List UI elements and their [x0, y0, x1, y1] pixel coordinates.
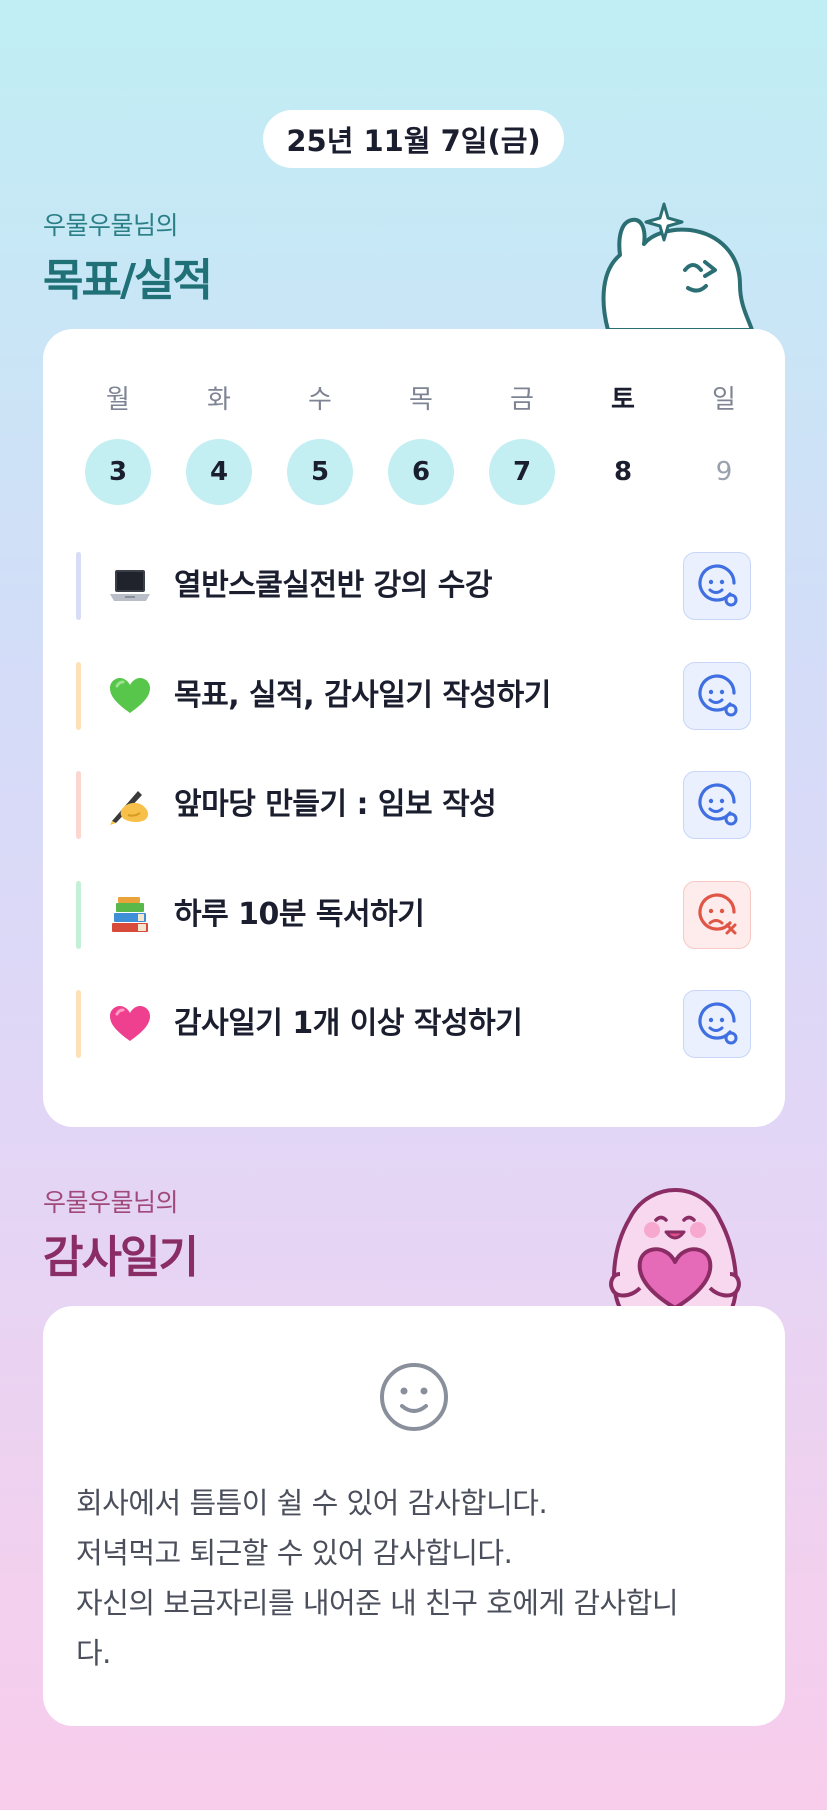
goal-status-done-button[interactable] — [683, 990, 751, 1058]
goals-title: 목표/실적 — [43, 255, 213, 306]
goal-color-bar — [76, 771, 81, 839]
diary-line: 저녁먹고 퇴근할 수 있어 감사합니다. — [76, 1536, 513, 1570]
weekday-sat: 토 — [611, 385, 635, 415]
goal-color-bar — [76, 552, 81, 620]
goal-text: 하루 10분 독서하기 — [174, 897, 425, 932]
diary-text: 회사에서 틈틈이 쉴 수 있어 감사합니다. 저녁먹고 퇴근할 수 있어 감사합… — [76, 1478, 756, 1678]
goals-owner-label: 우물우물님의 — [43, 211, 179, 240]
date-5-circle: 5 — [287, 439, 353, 505]
goal-color-bar — [76, 881, 81, 949]
ghost-mascot-icon — [601, 202, 754, 330]
date-4[interactable]: 4 — [184, 439, 254, 505]
goal-item: 앞마당 만들기 : 임보 작성 — [76, 771, 751, 839]
weekday-sun: 일 — [712, 385, 736, 415]
date-7-circle: 7 — [489, 439, 555, 505]
weekday-thu: 목 — [409, 385, 433, 415]
smile-done-icon — [698, 674, 738, 717]
goal-text: 앞마당 만들기 : 임보 작성 — [174, 787, 497, 822]
goal-text: 열반스쿨실전반 강의 수강 — [174, 568, 493, 603]
weekday-wed: 수 — [308, 385, 332, 415]
date-3-circle: 3 — [85, 439, 151, 505]
goal-item: 감사일기 1개 이상 작성하기 — [76, 990, 751, 1058]
date-6[interactable]: 6 — [386, 439, 456, 505]
smile-done-icon — [698, 783, 738, 826]
weekday-tue: 화 — [207, 385, 231, 415]
goals-card: 월 화 수 목 금 토 일 3 4 5 6 7 8 9 열반스쿨실전반 강의 수… — [43, 329, 785, 1127]
date-4-circle: 4 — [186, 439, 252, 505]
sad-fail-icon — [698, 893, 737, 935]
goal-item: 하루 10분 독서하기 — [76, 881, 751, 949]
pink-heart-icon — [110, 1006, 150, 1041]
date-6-circle: 6 — [388, 439, 454, 505]
goal-status-done-button[interactable] — [683, 771, 751, 839]
diary-owner-label: 우물우물님의 — [43, 1188, 179, 1217]
current-date: 25년 11월 7일(금) — [286, 124, 541, 158]
goal-item: 목표, 실적, 감사일기 작성하기 — [76, 662, 751, 730]
goals-section-header: 우물우물님의 목표/실적 — [43, 206, 213, 308]
date-3[interactable]: 3 — [83, 439, 153, 505]
diary-title: 감사일기 — [43, 1232, 199, 1283]
date-pill[interactable]: 25년 11월 7일(금) — [263, 110, 564, 168]
goal-status-done-button[interactable] — [683, 662, 751, 730]
diary-card[interactable]: 회사에서 틈틈이 쉴 수 있어 감사합니다. 저녁먹고 퇴근할 수 있어 감사합… — [43, 1306, 785, 1726]
diary-line: 다. — [76, 1636, 111, 1670]
books-icon — [112, 897, 148, 932]
date-9: 9 — [715, 457, 733, 487]
goal-text: 감사일기 1개 이상 작성하기 — [174, 1006, 523, 1041]
goal-color-bar — [76, 990, 81, 1058]
smile-done-icon — [698, 1002, 738, 1045]
goal-status-done-button[interactable] — [683, 552, 751, 620]
diary-line: 회사에서 틈틈이 쉴 수 있어 감사합니다. — [76, 1486, 548, 1520]
smile-done-icon — [698, 564, 738, 607]
laptop-icon — [110, 570, 150, 601]
green-heart-icon — [110, 678, 150, 713]
diary-section-header: 우물우물님의 감사일기 — [43, 1183, 199, 1285]
weekday-mon: 월 — [106, 385, 130, 415]
writing-hand-icon — [110, 791, 149, 825]
goal-text: 목표, 실적, 감사일기 작성하기 — [174, 678, 551, 713]
goal-color-bar — [76, 662, 81, 730]
date-8[interactable]: 8 — [588, 439, 658, 505]
goal-item: 열반스쿨실전반 강의 수강 — [76, 552, 751, 620]
date-5[interactable]: 5 — [285, 439, 355, 505]
smile-face-icon — [380, 1363, 448, 1431]
weekday-fri: 금 — [510, 385, 534, 415]
date-7[interactable]: 7 — [487, 439, 557, 505]
pink-mascot-with-heart-icon — [609, 1188, 741, 1308]
goal-status-fail-button[interactable] — [683, 881, 751, 949]
diary-line: 자신의 보금자리를 내어준 내 친구 호에게 감사합니 — [76, 1586, 679, 1620]
